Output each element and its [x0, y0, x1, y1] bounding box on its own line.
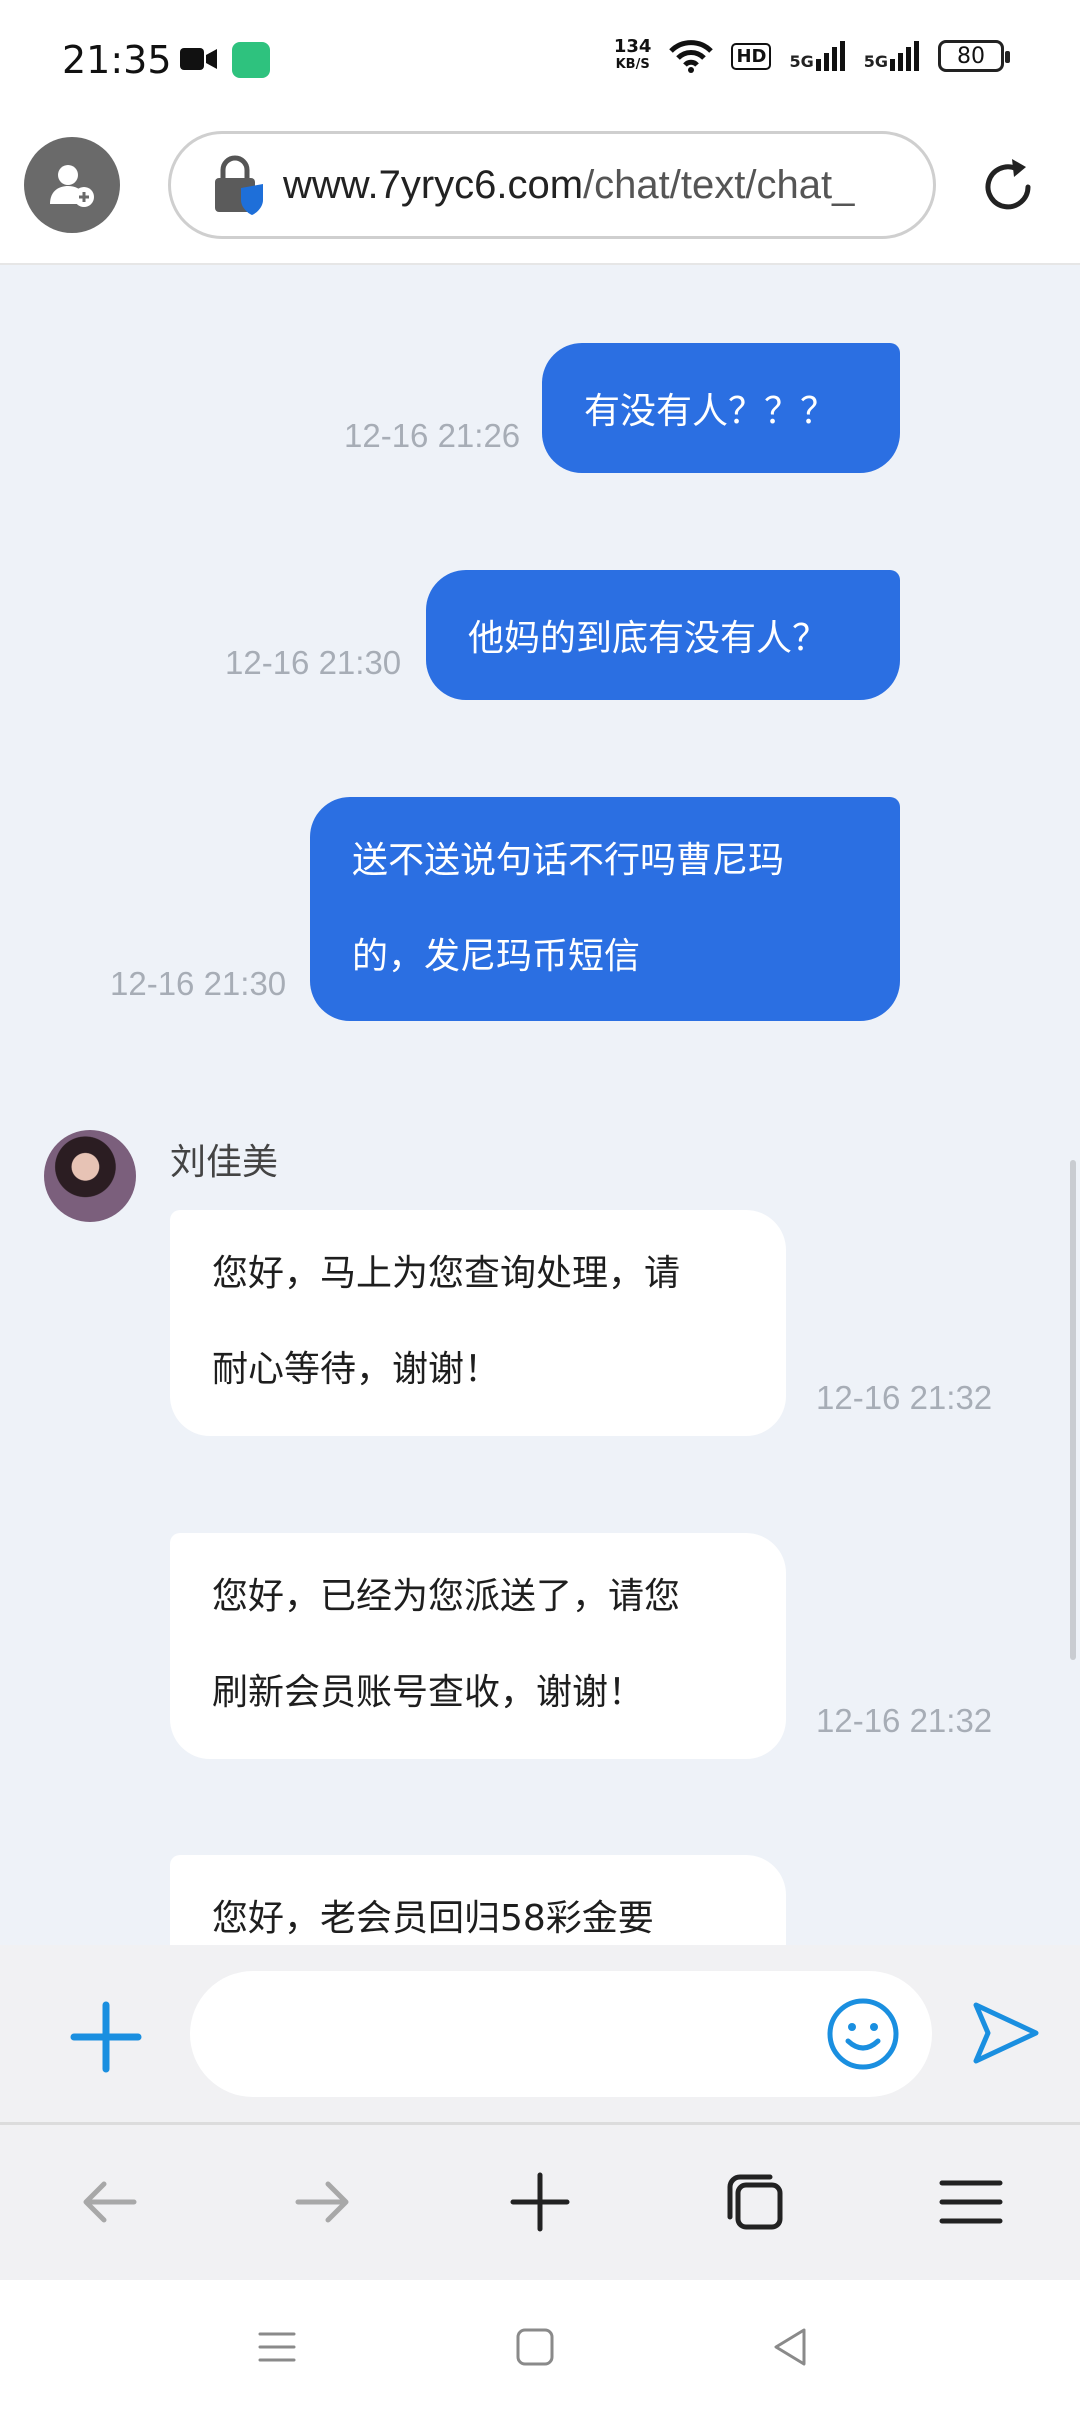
status-time: 21:35	[62, 38, 172, 82]
back-arrow-icon[interactable]	[74, 2167, 144, 2237]
system-navigation-bar	[0, 2280, 1080, 2412]
message-text-line: 您好，已经为您派送了，请您	[212, 1576, 681, 1617]
agent-avatar[interactable]	[44, 1130, 136, 1222]
profile-avatar-button[interactable]	[24, 137, 120, 233]
app-notification-icon	[232, 42, 270, 78]
outgoing-message-bubble: 送不送说句话不行吗曹尼玛 的，发尼玛币短信	[310, 797, 900, 1021]
network-speed: 134 KB/S	[613, 36, 652, 73]
url-text: www.7yryc6.com/chat/text/chat_	[283, 162, 855, 207]
message-timestamp: 12-16 21:32	[816, 1379, 993, 1416]
video-camera-icon	[180, 48, 217, 70]
menu-hamburger-icon[interactable]	[936, 2167, 1006, 2237]
message-text-line: 您好，老会员回归58彩金要	[212, 1898, 654, 1939]
message-text-line: 您好，马上为您查询处理，请	[212, 1253, 681, 1294]
message-input[interactable]	[190, 1971, 932, 2097]
message-text: 有没有人？？？	[584, 391, 837, 432]
message-timestamp: 12-16 21:32	[816, 1702, 993, 1739]
signal-bars-icon	[815, 41, 845, 71]
message-text: 他妈的到底有没有人？	[468, 618, 829, 659]
url-field[interactable]: www.7yryc6.com/chat/text/chat_	[168, 131, 936, 239]
message-input-bar	[0, 1945, 1080, 2125]
chat-message-list[interactable]: 12-16 21:26 有没有人？？？ 12-16 21:30 他妈的到底有没有…	[0, 265, 1080, 1945]
outgoing-message-bubble: 他妈的到底有没有人？	[426, 570, 900, 700]
signal-5g-1: 5G	[789, 41, 845, 71]
message-text-line: 的，发尼玛币短信	[352, 936, 641, 977]
security-lock-icon	[215, 155, 263, 215]
back-triangle-icon[interactable]	[768, 2324, 814, 2370]
add-user-icon	[50, 165, 94, 207]
message-timestamp: 12-16 21:26	[344, 417, 521, 454]
browser-toolbar	[0, 2125, 1080, 2280]
tabs-overview-icon[interactable]	[720, 2167, 790, 2237]
emoji-icon[interactable]	[826, 1997, 900, 2071]
message-text-line: 刷新会员账号查收，谢谢！	[212, 1672, 645, 1713]
send-icon[interactable]	[970, 1997, 1042, 2069]
reload-icon[interactable]	[976, 155, 1040, 219]
home-icon[interactable]	[512, 2324, 558, 2370]
wifi-icon	[669, 40, 714, 73]
message-text-line: 耐心等待，谢谢！	[212, 1349, 501, 1390]
message-text-line: 送不送说句话不行吗曹尼玛	[352, 840, 785, 881]
new-tab-plus-icon[interactable]	[505, 2167, 575, 2237]
battery-indicator: 80	[938, 40, 1010, 72]
status-bar: 21:35 134 KB/S HD 5G 5G 80	[0, 0, 1080, 125]
browser-address-bar: www.7yryc6.com/chat/text/chat_	[0, 125, 1080, 265]
chat-scrollbar[interactable]	[1070, 1160, 1076, 1660]
signal-bars-icon	[890, 41, 919, 71]
recent-apps-icon[interactable]	[254, 2324, 300, 2370]
attach-plus-icon[interactable]	[66, 1997, 146, 2077]
agent-name: 刘佳美	[170, 1142, 279, 1183]
incoming-message-bubble: 您好，老会员回归58彩金要	[170, 1855, 786, 1945]
incoming-message-bubble: 您好，马上为您查询处理，请 耐心等待，谢谢！	[170, 1210, 786, 1436]
incoming-message-bubble: 您好，已经为您派送了，请您 刷新会员账号查收，谢谢！	[170, 1533, 786, 1759]
forward-arrow-icon[interactable]	[288, 2167, 358, 2237]
signal-5g-2: 5G	[864, 41, 920, 71]
outgoing-message-bubble: 有没有人？？？	[542, 343, 900, 473]
message-timestamp: 12-16 21:30	[225, 644, 402, 681]
message-timestamp: 12-16 21:30	[110, 965, 287, 1002]
status-indicators: 134 KB/S HD 5G 5G 80	[613, 36, 1010, 74]
hd-voice-badge: HD	[731, 42, 772, 70]
